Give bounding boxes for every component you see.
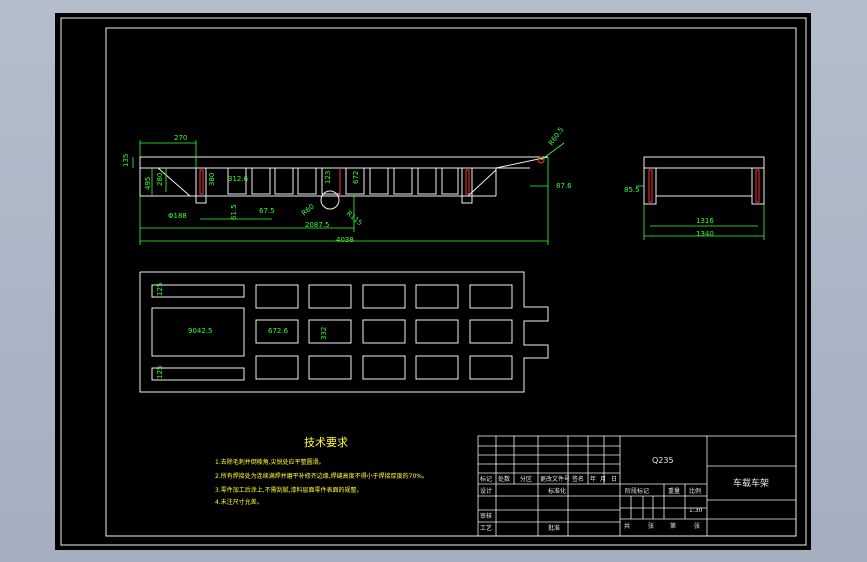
dim-1340: 1340: [696, 230, 714, 238]
dim-61-5: 61.5: [230, 204, 238, 220]
dim-125-top: 125: [156, 283, 164, 296]
dim-280: 280: [156, 173, 164, 186]
sheets-num-b: 张: [694, 522, 700, 530]
dim-672: 672: [352, 171, 360, 184]
dim-87-6: 87.6: [556, 182, 572, 190]
tech-item-4: 4.未注尺寸允差。: [215, 498, 263, 506]
dim-1316: 1316: [696, 217, 714, 225]
sheets-num-a: 第: [670, 522, 676, 530]
sheets-total-a: 共: [624, 522, 630, 530]
col-label-5: 签名: [572, 475, 584, 483]
tech-item-2: 2.所有焊接处为连续满焊并磨平补修齐边缘,焊缝高度不得小于焊接厚度的70%。: [215, 472, 428, 480]
end-view-dim-text: 85.5 1316 1340: [624, 186, 714, 238]
dim-67-5: 67.5: [259, 207, 275, 215]
dim-85-5: 85.5: [624, 186, 640, 194]
dim-380: 380: [208, 173, 216, 186]
side-view-dim-text: 270 135 280 495 380 312.6 123 672 R60.5 …: [122, 126, 572, 244]
inner-border: [105, 27, 797, 537]
dim-672-6: 672.6: [268, 327, 289, 335]
dim-312: 312.6: [228, 175, 249, 183]
design-label: 设计: [480, 487, 492, 495]
outer-frame: [60, 17, 807, 546]
sheets-total-b: 张: [648, 522, 654, 530]
dim-495: 495: [144, 177, 152, 190]
dim-9042-5: 9042.5: [188, 327, 213, 335]
stage-label: 阶段标记: [625, 487, 649, 495]
title-block-text: 标记 处数 分区 更改文件号 签名 年 月 日 设计 标准化 审核 工艺 批准 …: [480, 456, 769, 532]
standard-label: 标准化: [548, 487, 566, 495]
approve-label: 批准: [548, 524, 560, 532]
drawing-canvas: 270 135 280 495 380 312.6 123 672 R60.5 …: [60, 17, 807, 546]
cad-viewport[interactable]: 270 135 280 495 380 312.6 123 672 R60.5 …: [0, 0, 867, 562]
part-name-text: 车载车架: [733, 477, 769, 489]
col-label-1: 标记: [480, 475, 492, 483]
tech-item-3: 3.零件加工后涂上,不需刮腻,漆料层面零件表面的规整。: [215, 486, 363, 494]
col-label-2: 处数: [498, 475, 510, 483]
process-label: 工艺: [480, 524, 492, 532]
review-label: 审核: [480, 512, 492, 520]
col-label-6: 年: [590, 475, 596, 483]
dim-125-bottom: 125: [156, 366, 164, 379]
material-text: Q235: [652, 456, 674, 465]
scale-value: 1:30: [689, 507, 703, 514]
tech-item-1: 1.去除毛刺并倒棱角,尖锐处应平整圆滑。: [215, 458, 325, 466]
end-view: [643, 156, 765, 205]
dim-270: 270: [174, 134, 187, 142]
dim-phi188: Φ188: [168, 212, 187, 220]
weight-label: 重量: [668, 487, 680, 495]
col-label-4: 更改文件号: [540, 475, 570, 483]
col-label-8: 日: [611, 476, 617, 483]
tech-requirements: 技术要求 1.去除毛刺并倒棱角,尖锐处应平整圆滑。 2.所有焊接处为连续满焊并磨…: [215, 436, 428, 506]
dim-4038: 4038: [336, 236, 354, 244]
dim-135: 135: [122, 154, 130, 167]
side-view-dims: [132, 140, 565, 245]
col-label-3: 分区: [520, 475, 532, 483]
side-view: [139, 156, 549, 210]
scale-label: 比例: [689, 487, 701, 495]
col-label-7: 月: [600, 476, 606, 483]
dim-2087-5: 2087.5: [305, 221, 330, 229]
tech-title: 技术要求: [304, 436, 348, 449]
dim-r60: R60: [300, 203, 316, 218]
dim-332: 332: [320, 327, 328, 340]
dim-123: 123: [324, 171, 332, 184]
